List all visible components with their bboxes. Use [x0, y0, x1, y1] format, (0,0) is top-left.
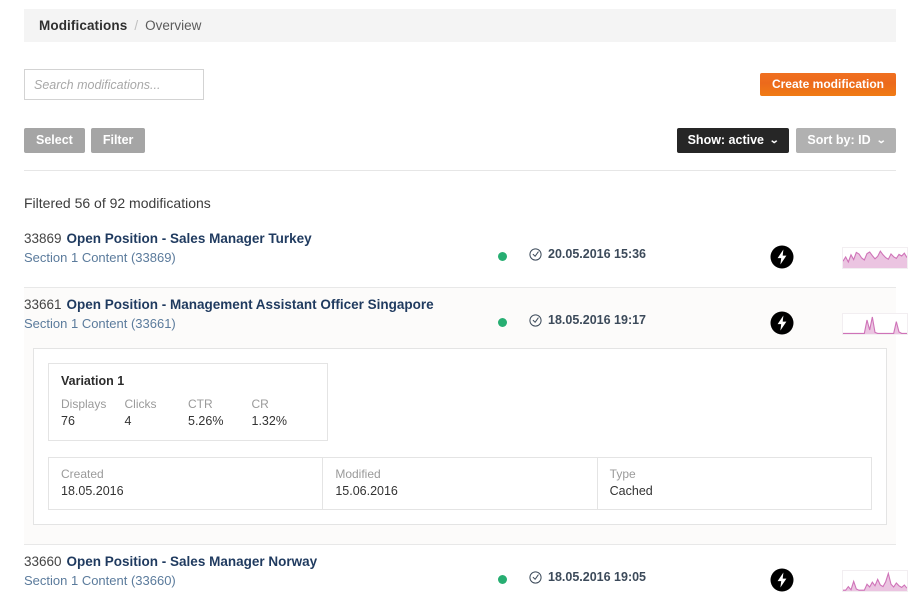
- metric-label: Clicks: [124, 397, 157, 411]
- modification-row-main[interactable]: 33869 Open Position - Sales Manager Turke…: [24, 231, 908, 278]
- modification-date: 18.05.2016 19:05: [529, 570, 646, 584]
- meta-label: Type: [609, 467, 636, 481]
- show-filter-label: Show: active: [687, 133, 765, 147]
- meta-value: 18.05.2016: [61, 484, 124, 498]
- metric: Clicks 4: [125, 397, 189, 428]
- modification-row[interactable]: 33660 Open Position - Sales Manager Norwa…: [24, 544, 908, 610]
- modification-date: 20.05.2016 15:36: [529, 247, 646, 261]
- modification-subtitle[interactable]: Section 1 Content (33661): [24, 316, 434, 331]
- modification-title-block[interactable]: 33869 Open Position - Sales Manager Turke…: [24, 231, 312, 265]
- sparkline-chart[interactable]: [842, 313, 908, 335]
- chevron-down-icon: ⌄: [875, 134, 887, 146]
- metadata-table: Created 18.05.2016 Modified 15.06.2016 Type C…: [48, 457, 872, 510]
- filter-count-text: Filtered 56 of 92 modifications: [24, 195, 211, 211]
- breadcrumb: Modifications / Overview: [24, 9, 896, 42]
- modification-id: 33661: [24, 297, 62, 312]
- meta-label: Modified: [335, 467, 381, 481]
- sparkline-chart[interactable]: [842, 570, 908, 592]
- toolbar-left: Select Filter: [24, 128, 146, 153]
- metric-value: 4: [124, 414, 132, 428]
- clock-icon: [529, 313, 542, 327]
- toolbar-right: Show: active ⌄ Sort by: ID ⌄: [676, 128, 896, 153]
- modification-title-block[interactable]: 33660 Open Position - Sales Manager Norwa…: [24, 554, 317, 588]
- meta-value: 15.06.2016: [335, 484, 398, 498]
- metric-value: 1.32%: [251, 414, 287, 428]
- lightning-icon[interactable]: [770, 311, 794, 335]
- modification-subtitle[interactable]: Section 1 Content (33869): [24, 250, 312, 265]
- meta-cell: Modified 15.06.2016: [322, 458, 596, 509]
- modification-row[interactable]: 33869 Open Position - Sales Manager Turke…: [24, 222, 908, 287]
- breadcrumb-separator: /: [134, 18, 139, 33]
- metric-value: 76: [61, 414, 75, 428]
- metric: Displays 76: [61, 397, 125, 428]
- filter-button[interactable]: Filter: [90, 128, 146, 153]
- modification-row-main[interactable]: 33660 Open Position - Sales Manager Norwa…: [24, 554, 908, 601]
- variation-metrics: Displays 76 Clicks 4 CTR 5.26% CR 1.32%: [61, 397, 315, 428]
- metric-label: Displays: [61, 397, 107, 411]
- meta-cell: Created 18.05.2016: [49, 458, 322, 509]
- metric-label: CTR: [188, 397, 213, 411]
- modification-title[interactable]: Open Position - Sales Manager Turkey: [67, 231, 312, 246]
- sort-by-dropdown[interactable]: Sort by: ID ⌄: [796, 128, 896, 153]
- modifications-list: 33869 Open Position - Sales Manager Turke…: [24, 222, 908, 610]
- metric: CTR 5.26%: [188, 397, 252, 428]
- select-button[interactable]: Select: [24, 128, 85, 153]
- chevron-down-icon: ⌄: [768, 134, 780, 146]
- metric-value: 5.26%: [188, 414, 224, 428]
- modification-id: 33869: [24, 231, 62, 246]
- breadcrumb-current[interactable]: Modifications: [39, 18, 127, 33]
- meta-cell: Type Cached: [596, 458, 871, 509]
- metric: CR 1.32%: [252, 397, 316, 428]
- toolbar-divider: [24, 170, 896, 171]
- meta-label: Created: [61, 467, 104, 481]
- modification-title[interactable]: Open Position - Management Assistant Off…: [67, 297, 434, 312]
- modification-date-text: 20.05.2016 15:36: [548, 247, 647, 261]
- modification-date-text: 18.05.2016 19:05: [548, 570, 647, 584]
- clock-icon: [529, 570, 542, 584]
- modification-subtitle[interactable]: Section 1 Content (33660): [24, 573, 317, 588]
- breadcrumb-overview[interactable]: Overview: [145, 18, 201, 33]
- meta-value: Cached: [609, 484, 653, 498]
- modification-title-block[interactable]: 33661 Open Position - Management Assistan…: [24, 297, 434, 331]
- sort-by-label: Sort by: ID: [807, 133, 871, 147]
- modification-date-text: 18.05.2016 19:17: [548, 313, 647, 327]
- show-filter-dropdown[interactable]: Show: active ⌄: [676, 128, 790, 153]
- modification-row-main[interactable]: 33661 Open Position - Management Assistan…: [24, 297, 908, 344]
- status-dot: [498, 252, 507, 261]
- create-modification-button[interactable]: Create modification: [759, 73, 896, 96]
- search-input[interactable]: [24, 69, 204, 100]
- lightning-icon[interactable]: [770, 245, 794, 269]
- variation-title: Variation 1: [61, 374, 125, 388]
- metric-label: CR: [251, 397, 269, 411]
- modification-row[interactable]: 33661 Open Position - Management Assistan…: [24, 287, 908, 544]
- status-dot: [498, 318, 507, 327]
- sparkline-chart[interactable]: [842, 247, 908, 269]
- clock-icon: [529, 247, 542, 261]
- status-dot: [498, 575, 507, 584]
- modification-detail-panel: Variation 1 Displays 76 Clicks 4 CTR 5.26% CR 1.…: [33, 348, 887, 525]
- lightning-icon[interactable]: [770, 568, 794, 592]
- variation-card: Variation 1 Displays 76 Clicks 4 CTR 5.26% CR 1.…: [48, 363, 328, 441]
- modification-date: 18.05.2016 19:17: [529, 313, 646, 327]
